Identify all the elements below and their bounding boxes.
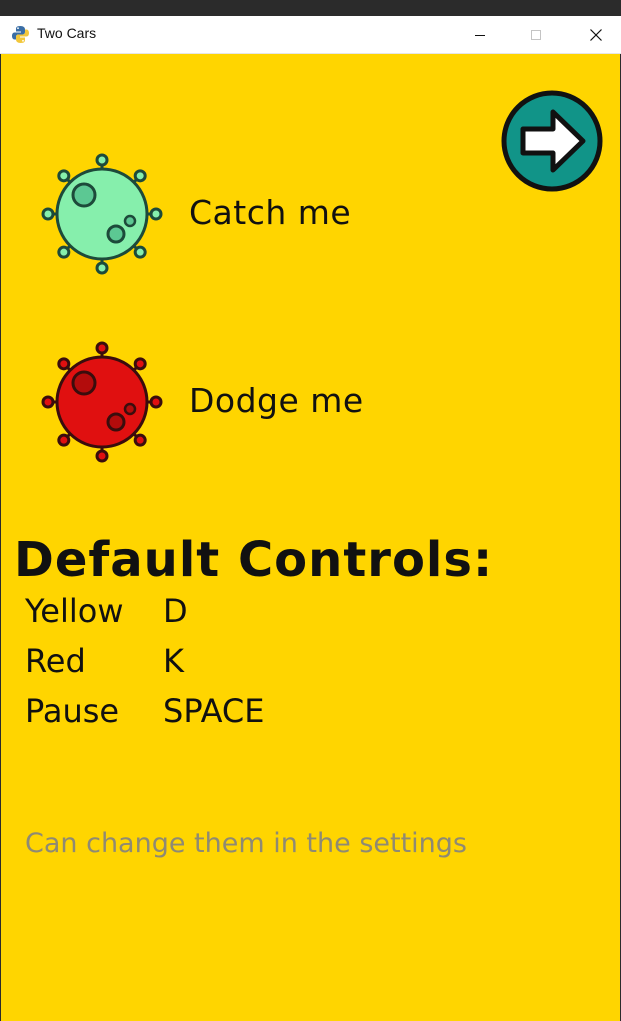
python-icon	[11, 25, 30, 44]
catch-me-label: Catch me	[189, 193, 352, 232]
window-titlebar[interactable]: Two Cars	[0, 16, 621, 54]
control-key-pause: SPACE	[163, 692, 265, 730]
dodge-me-label: Dodge me	[189, 381, 364, 420]
close-button[interactable]	[573, 16, 619, 53]
minimize-button[interactable]	[457, 16, 503, 53]
control-name-yellow: Yellow	[25, 592, 124, 630]
settings-hint: Can change them in the settings	[25, 828, 467, 859]
next-button[interactable]	[501, 90, 603, 192]
window-title: Two Cars	[37, 25, 97, 41]
controls-heading: Default Controls:	[14, 532, 494, 588]
minimize-icon	[475, 35, 485, 36]
control-name-red: Red	[25, 642, 86, 680]
game-screen: Catch me Dodge me Default Controls: Yell…	[1, 54, 620, 1021]
close-icon	[590, 29, 602, 41]
virus-green-icon	[37, 149, 167, 279]
control-key-yellow: D	[163, 592, 188, 630]
arrow-right-icon	[501, 90, 603, 192]
virus-red-icon	[37, 337, 167, 467]
desktop-strip	[0, 0, 621, 16]
maximize-button[interactable]	[513, 16, 559, 53]
maximize-icon	[531, 30, 541, 40]
control-name-pause: Pause	[25, 692, 120, 730]
control-key-red: K	[163, 642, 184, 680]
